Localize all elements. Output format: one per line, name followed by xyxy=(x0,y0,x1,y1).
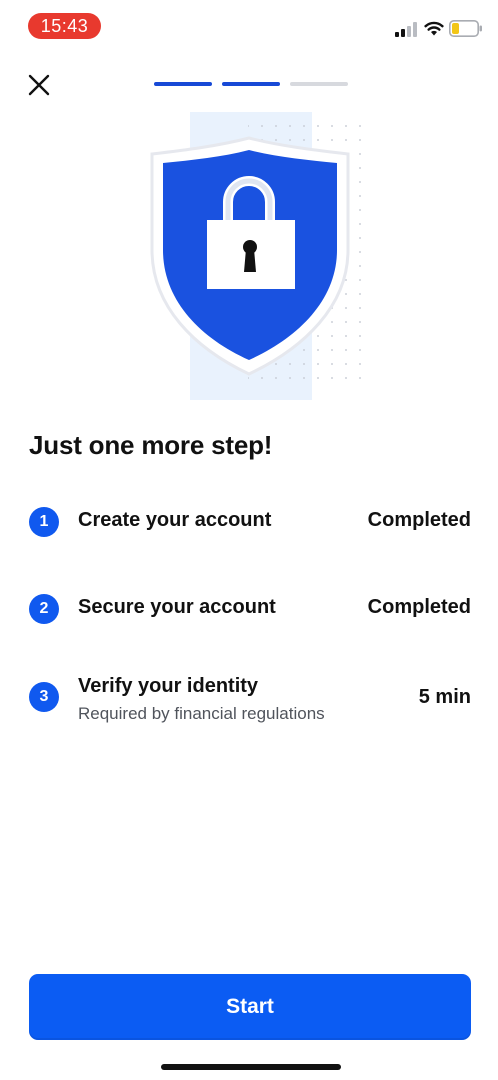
step-create-account: 1 Create your account Completed xyxy=(29,506,473,538)
progress-indicator xyxy=(154,82,348,86)
cellular-signal-icon xyxy=(395,22,417,37)
step-number-badge: 2 xyxy=(29,594,59,624)
battery-low-icon xyxy=(449,20,482,37)
status-bar: 15:43 xyxy=(0,0,498,50)
step-number-badge: 1 xyxy=(29,507,59,537)
wifi-icon xyxy=(424,21,444,36)
close-button[interactable] xyxy=(26,72,52,98)
step-number-badge: 3 xyxy=(29,682,59,712)
status-time: 15:43 xyxy=(28,13,101,39)
page-title: Just one more step! xyxy=(29,430,273,460)
progress-segment-2 xyxy=(222,82,280,86)
step-label: Create your account xyxy=(78,509,272,531)
step-subtitle: Required by financial regulations xyxy=(78,704,325,723)
step-label: Verify your identity xyxy=(78,675,259,697)
home-indicator xyxy=(161,1064,341,1070)
start-button[interactable]: Start xyxy=(29,974,471,1040)
step-status: 5 min xyxy=(418,686,471,708)
step-secure-account: 2 Secure your account Completed xyxy=(29,593,473,625)
shield-lock-icon xyxy=(150,112,372,400)
step-status: Completed xyxy=(367,596,471,618)
step-label: Secure your account xyxy=(78,596,276,618)
close-icon xyxy=(28,74,50,96)
step-verify-identity: 3 Verify your identity Required by finan… xyxy=(29,672,473,728)
progress-segment-1 xyxy=(154,82,212,86)
progress-segment-3 xyxy=(290,82,348,86)
step-status: Completed xyxy=(367,509,471,531)
